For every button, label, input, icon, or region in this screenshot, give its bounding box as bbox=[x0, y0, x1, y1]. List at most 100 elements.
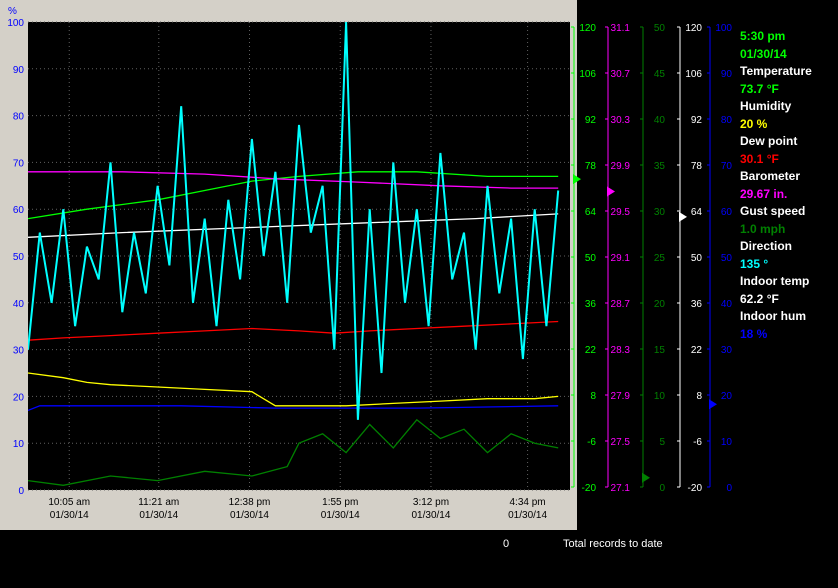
x-tick-label-time: 3:12 pm bbox=[413, 497, 449, 508]
right-axis-tick-label: 29.1 bbox=[611, 253, 631, 264]
right-axis-current-marker bbox=[573, 174, 581, 185]
right-axis-tick-label: -20 bbox=[688, 483, 703, 494]
readout-value: 20 % bbox=[740, 116, 768, 131]
right-axis-tick-label: 8 bbox=[696, 391, 702, 402]
right-axis-tick-label: 92 bbox=[585, 115, 597, 126]
right-axis-tick-label: 15 bbox=[654, 345, 666, 356]
right-axis-tick-label: 100 bbox=[715, 23, 732, 34]
right-axis-current-marker bbox=[679, 211, 687, 222]
left-y-tick-label: 70 bbox=[13, 158, 25, 169]
right-axis-tick-label: 64 bbox=[585, 207, 597, 218]
right-axis-tick-label: 106 bbox=[579, 69, 596, 80]
left-y-tick-label: 90 bbox=[13, 65, 25, 76]
x-tick-label-date: 01/30/14 bbox=[321, 510, 360, 521]
right-axis-tick-label: 27.9 bbox=[611, 391, 631, 402]
main-chart: 0 10 20 30 40 50 60 70 80 90 100% 10:05 am 01/30/14 1… bbox=[7, 6, 570, 521]
readout-value: 18 % bbox=[740, 326, 768, 341]
right-axis-tick-label: 30.7 bbox=[611, 69, 631, 80]
readout-value: 62.2 °F bbox=[740, 291, 779, 306]
right-axis-tick-label: 36 bbox=[691, 299, 703, 310]
readout-label: Indoor hum bbox=[740, 309, 806, 323]
right-axis-tick-label: 20 bbox=[721, 391, 733, 402]
readout-value: 29.67 in. bbox=[740, 186, 788, 201]
right-axis-tick-label: -6 bbox=[587, 437, 596, 448]
right-axis-tick-label: 120 bbox=[579, 23, 596, 34]
right-axis-tick-label: 30 bbox=[721, 345, 733, 356]
readout-label: Humidity bbox=[740, 99, 792, 113]
right-axis-tick-label: 45 bbox=[654, 69, 666, 80]
left-y-tick-label: 10 bbox=[13, 439, 25, 450]
readout-time: 5:30 pm bbox=[740, 29, 786, 43]
right-axis-tick-label: 31.1 bbox=[611, 23, 631, 34]
readout-label: Direction bbox=[740, 239, 793, 253]
readout-label: Dew point bbox=[740, 134, 798, 148]
right-axis-tick-label: 30 bbox=[654, 207, 666, 218]
right-axis-tick-label: 35 bbox=[654, 161, 666, 172]
right-axes: -20-6822365064789210612027.127.527.928.3… bbox=[571, 23, 733, 494]
x-tick-label-time: 10:05 am bbox=[48, 497, 90, 508]
readout-value: 30.1 °F bbox=[740, 151, 779, 166]
right-axis-tick-label: 20 bbox=[654, 299, 666, 310]
right-axis-tick-label: 28.7 bbox=[611, 299, 631, 310]
right-axis-tick-label: 40 bbox=[721, 299, 733, 310]
right-axis-tick-label: -20 bbox=[582, 483, 597, 494]
right-axis-tick-label: 27.1 bbox=[611, 483, 631, 494]
left-y-tick-label: 80 bbox=[13, 112, 25, 123]
readout-label: Gust speed bbox=[740, 204, 806, 218]
left-y-tick-label: 30 bbox=[13, 346, 25, 357]
right-axis-current-marker bbox=[607, 186, 615, 197]
right-axis-tick-label: 10 bbox=[721, 437, 733, 448]
x-tick-label-time: 1:55 pm bbox=[322, 497, 358, 508]
right-axis-tick-label: 36 bbox=[585, 299, 597, 310]
right-axis-tick-label: 22 bbox=[691, 345, 703, 356]
x-tick-label-date: 01/30/14 bbox=[508, 510, 547, 521]
right-axis-tick-label: 70 bbox=[721, 161, 733, 172]
right-axis-current-marker bbox=[709, 399, 717, 410]
x-tick-label-time: 12:38 pm bbox=[229, 497, 271, 508]
right-axis-tick-label: 29.9 bbox=[611, 161, 631, 172]
left-y-tick-label: 100 bbox=[7, 18, 24, 29]
right-axis-tick-label: 28.3 bbox=[611, 345, 631, 356]
x-tick-label-date: 01/30/14 bbox=[230, 510, 269, 521]
right-axis-tick-label: 25 bbox=[654, 253, 666, 264]
right-axis-tick-label: 120 bbox=[685, 23, 702, 34]
x-tick-label-time: 11:21 am bbox=[138, 497, 179, 508]
x-tick-label-time: 4:34 pm bbox=[510, 497, 546, 508]
readout-date: 01/30/14 bbox=[740, 46, 787, 61]
right-axis-tick-label: 0 bbox=[726, 483, 732, 494]
right-axis-tick-label: 90 bbox=[721, 69, 733, 80]
readout-value: 1.0 mph bbox=[740, 221, 786, 236]
right-axis-tick-label: 106 bbox=[685, 69, 702, 80]
x-tick-label-date: 01/30/14 bbox=[139, 510, 178, 521]
x-tick-label-date: 01/30/14 bbox=[50, 510, 89, 521]
right-axis-tick-label: 80 bbox=[721, 115, 733, 126]
right-axis-tick-label: 50 bbox=[654, 23, 666, 34]
left-y-tick-label: 20 bbox=[13, 392, 25, 403]
left-y-tick-label: 50 bbox=[13, 252, 25, 263]
right-axis-tick-label: 64 bbox=[691, 207, 703, 218]
right-axis-tick-label: 8 bbox=[590, 391, 596, 402]
readout-label: Barometer bbox=[740, 169, 801, 183]
total-records-label: Total records to date bbox=[563, 538, 663, 550]
right-axis-tick-label: 50 bbox=[721, 253, 733, 264]
right-axis-tick-label: 78 bbox=[691, 161, 703, 172]
current-readout-panel: 5:30 pm 01/30/14 Temperature 73.7 °F Humid… bbox=[740, 28, 838, 343]
readout-label: Indoor temp bbox=[740, 274, 810, 288]
left-y-axis-unit: % bbox=[8, 6, 17, 17]
right-axis-tick-label: 27.5 bbox=[611, 437, 631, 448]
right-axis-tick-label: 78 bbox=[585, 161, 597, 172]
right-axis-tick-label: 5 bbox=[659, 437, 665, 448]
right-axis-tick-label: 40 bbox=[654, 115, 666, 126]
right-axis-tick-label: 22 bbox=[585, 345, 597, 356]
right-axis-tick-label: 50 bbox=[585, 253, 597, 264]
x-tick-label-date: 01/30/14 bbox=[411, 510, 450, 521]
right-axis-tick-label: 0 bbox=[659, 483, 665, 494]
right-axis-tick-label: 92 bbox=[691, 115, 703, 126]
right-axis-tick-label: 10 bbox=[654, 391, 666, 402]
readout-value: 135 ° bbox=[740, 256, 769, 271]
right-axis-tick-label: 50 bbox=[691, 253, 703, 264]
right-axis-tick-label: 30.3 bbox=[611, 115, 631, 126]
readout-value: 73.7 °F bbox=[740, 81, 779, 96]
readout-label: Temperature bbox=[740, 64, 812, 78]
left-y-tick-label: 0 bbox=[18, 486, 24, 497]
